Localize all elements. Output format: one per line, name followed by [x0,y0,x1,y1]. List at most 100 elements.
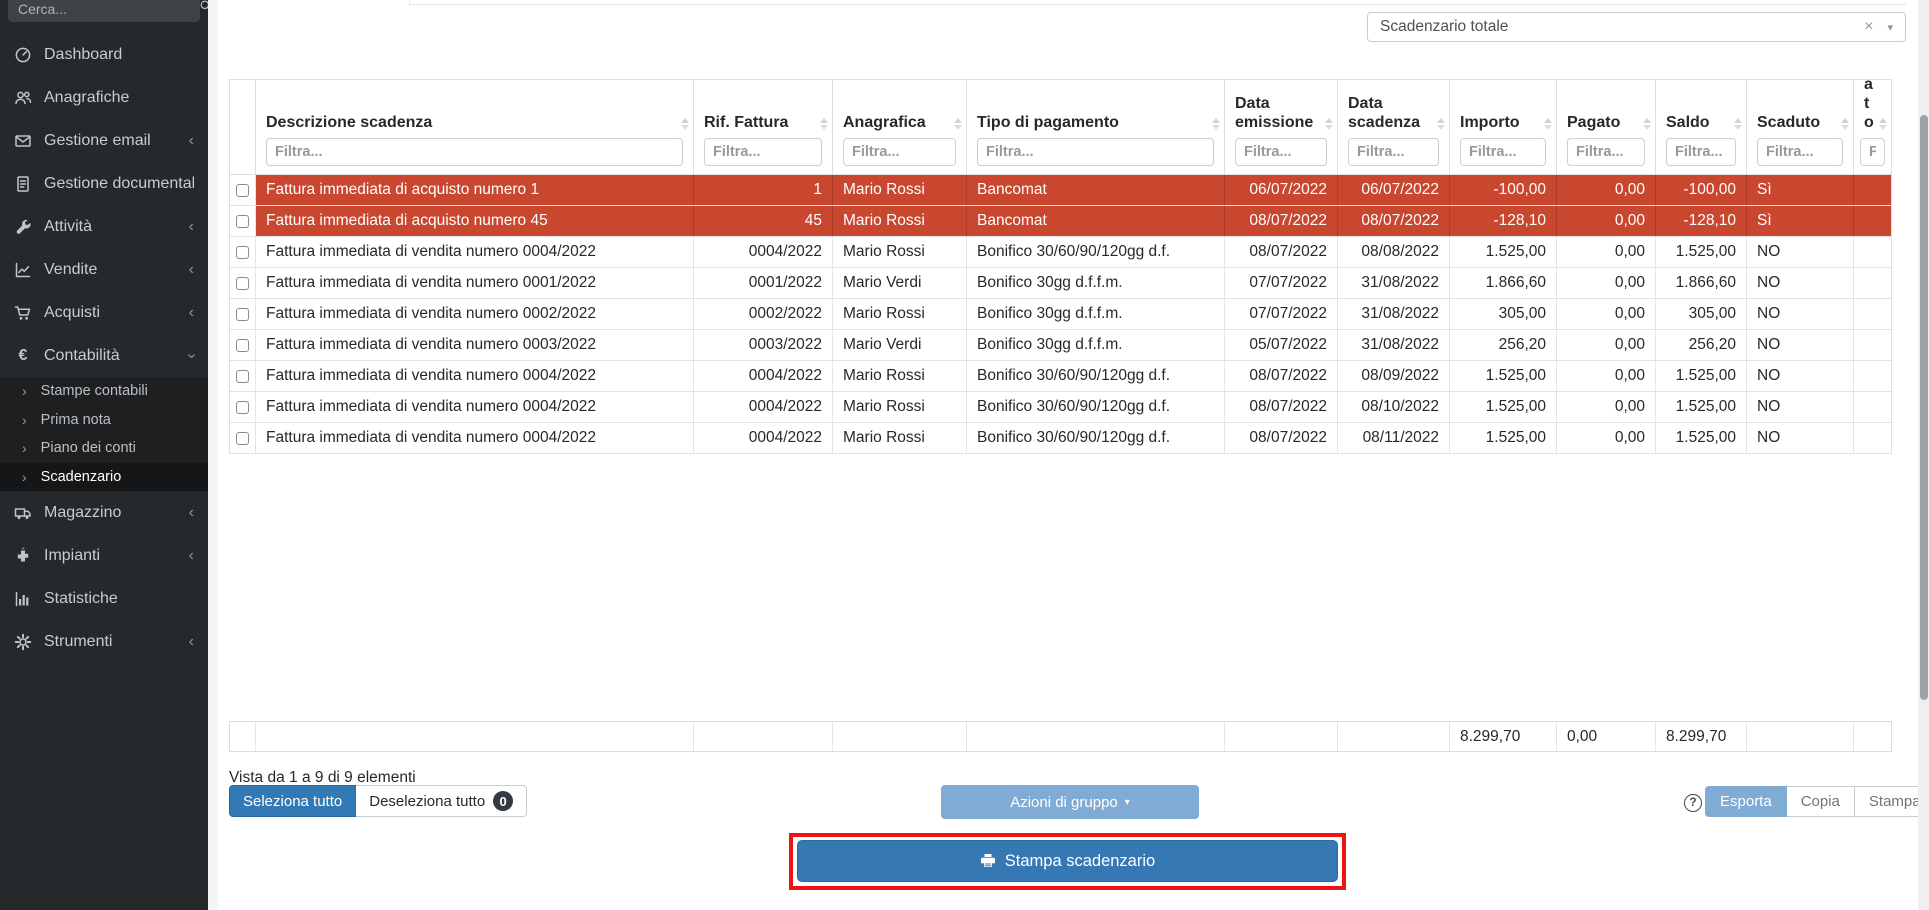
wrench-icon [14,218,32,236]
header-rif-fattura[interactable]: Rif. Fattura [694,80,833,174]
header-inviato[interactable]: Inviato [1854,80,1891,174]
sidebar-item-vendite[interactable]: Vendite ‹ [0,248,208,291]
envelope-icon [14,132,32,150]
help-icon[interactable]: ? [1684,794,1702,812]
header-data-scadenza[interactable]: Data scadenza [1338,80,1450,174]
select-all-button[interactable]: Seleziona tutto [229,785,356,817]
sidebar-item-dashboard[interactable]: Dashboard [0,33,208,76]
sidebar-item-contabilita[interactable]: € Contabilità ‹ [0,334,208,377]
sidebar: Dashboard Anagrafiche Gestione email ‹ G… [0,0,208,910]
sidebar-item-piano-dei-conti[interactable]: › Piano dei conti [0,434,208,463]
table-row[interactable]: Fattura immediata di vendita numero 0004… [230,423,1891,454]
top-divider [409,4,1906,5]
sort-icon[interactable] [954,118,962,130]
table-row[interactable]: Fattura immediata di vendita numero 0004… [230,237,1891,268]
sidebar-item-acquisti[interactable]: Acquisti ‹ [0,291,208,334]
filter-pagato-input[interactable] [1567,138,1645,166]
sort-icon[interactable] [1734,118,1742,130]
sort-icon[interactable] [1544,118,1552,130]
sort-icon[interactable] [1212,118,1220,130]
sort-icon[interactable] [1643,118,1651,130]
chevron-left-icon: ‹ [189,133,194,149]
table-row[interactable]: Fattura immediata di vendita numero 0004… [230,361,1891,392]
filter-rif-fattura-input[interactable] [704,138,822,166]
table-row[interactable]: Fattura immediata di vendita numero 0001… [230,268,1891,299]
sidebar-item-stampe-contabili[interactable]: › Stampe contabili [0,377,208,406]
chevron-left-icon: ‹ [189,219,194,235]
row-checkbox[interactable] [236,184,249,197]
table-row[interactable]: Fattura immediata di vendita numero 0004… [230,392,1891,423]
users-icon [14,89,32,107]
row-checkbox[interactable] [236,215,249,228]
filter-tipo-pagamento-input[interactable] [977,138,1214,166]
header-importo[interactable]: Importo [1450,80,1557,174]
sidebar-item-anagrafiche[interactable]: Anagrafiche [0,76,208,119]
filter-data-emissione-input[interactable] [1235,138,1327,166]
sidebar-item-statistiche[interactable]: Statistiche [0,577,208,620]
header-anagrafica[interactable]: Anagrafica [833,80,967,174]
sort-icon[interactable] [1879,118,1887,130]
filter-descrizione-input[interactable] [266,138,683,166]
chevron-left-icon: ‹ [189,548,194,564]
clear-selection-icon[interactable]: × [1850,18,1887,36]
select-caret-icon[interactable]: ▾ [1887,21,1905,34]
table-header: Descrizione scadenza Rif. Fattura Anagra… [229,79,1892,175]
sort-icon[interactable] [1325,118,1333,130]
filter-data-scadenza-input[interactable] [1348,138,1439,166]
search-input[interactable] [18,1,199,17]
scadenzario-view-select[interactable]: Scadenzario totale × ▾ [1367,12,1906,42]
printer-icon [980,853,996,869]
table-row[interactable]: Fattura immediata di acquisto numero 1 1… [230,175,1891,206]
sidebar-search[interactable] [8,0,200,22]
sidebar-item-gestione-email[interactable]: Gestione email ‹ [0,119,208,162]
sort-icon[interactable] [1841,118,1849,130]
header-descrizione-scadenza[interactable]: Descrizione scadenza [256,80,694,174]
filter-scaduto-input[interactable] [1757,138,1843,166]
chevron-right-icon: › [22,412,27,428]
gear-icon [14,633,32,651]
sidebar-nav: Dashboard Anagrafiche Gestione email ‹ G… [0,33,208,663]
sidebar-item-scadenzario[interactable]: › Scadenzario [0,463,208,492]
header-saldo[interactable]: Saldo [1656,80,1747,174]
sort-icon[interactable] [681,118,689,130]
header-data-emissione[interactable]: Data emissione [1225,80,1338,174]
row-checkbox[interactable] [236,432,249,445]
sidebar-item-prima-nota[interactable]: › Prima nota [0,406,208,435]
row-checkbox[interactable] [236,277,249,290]
chart-line-icon [14,261,32,279]
sidebar-item-gestione-documentale[interactable]: Gestione documentale [0,162,208,205]
content-left-strip [208,0,218,910]
sidebar-item-impianti[interactable]: Impianti ‹ [0,534,208,577]
row-checkbox[interactable] [236,246,249,259]
group-actions-button[interactable]: Azioni di gruppo ▾ [941,785,1199,819]
filter-anagrafica-input[interactable] [843,138,956,166]
row-checkbox[interactable] [236,339,249,352]
sort-icon[interactable] [1437,118,1445,130]
filter-saldo-input[interactable] [1666,138,1736,166]
copy-button[interactable]: Copia [1787,786,1855,817]
row-checkbox[interactable] [236,308,249,321]
vertical-scrollbar-thumb[interactable] [1920,115,1928,700]
deselect-all-button[interactable]: Deseleziona tutto 0 [356,785,527,817]
row-checkbox[interactable] [236,370,249,383]
sidebar-item-magazzino[interactable]: Magazzino ‹ [0,491,208,534]
chevron-left-icon: ‹ [189,505,194,521]
filter-importo-input[interactable] [1460,138,1546,166]
filter-inviato-input[interactable] [1860,138,1885,166]
table-row[interactable]: Fattura immediata di vendita numero 0003… [230,330,1891,361]
dashboard-icon [14,46,32,64]
table-totals-row: 8.299,70 0,00 8.299,70 [229,721,1892,752]
header-pagato[interactable]: Pagato [1557,80,1656,174]
sidebar-item-attivita[interactable]: Attività ‹ [0,205,208,248]
table-row[interactable]: Fattura immediata di acquisto numero 45 … [230,206,1891,237]
header-scaduto[interactable]: Scaduto [1747,80,1854,174]
caret-down-icon: ▾ [1125,797,1130,808]
table-row[interactable]: Fattura immediata di vendita numero 0002… [230,299,1891,330]
selection-button-group: Seleziona tutto Deseleziona tutto 0 [229,785,527,817]
header-tipo-pagamento[interactable]: Tipo di pagamento [967,80,1225,174]
print-schedule-button[interactable]: Stampa scadenzario [797,840,1338,882]
sort-icon[interactable] [820,118,828,130]
export-button[interactable]: Esporta [1705,786,1787,817]
sidebar-item-strumenti[interactable]: Strumenti ‹ [0,620,208,663]
row-checkbox[interactable] [236,401,249,414]
